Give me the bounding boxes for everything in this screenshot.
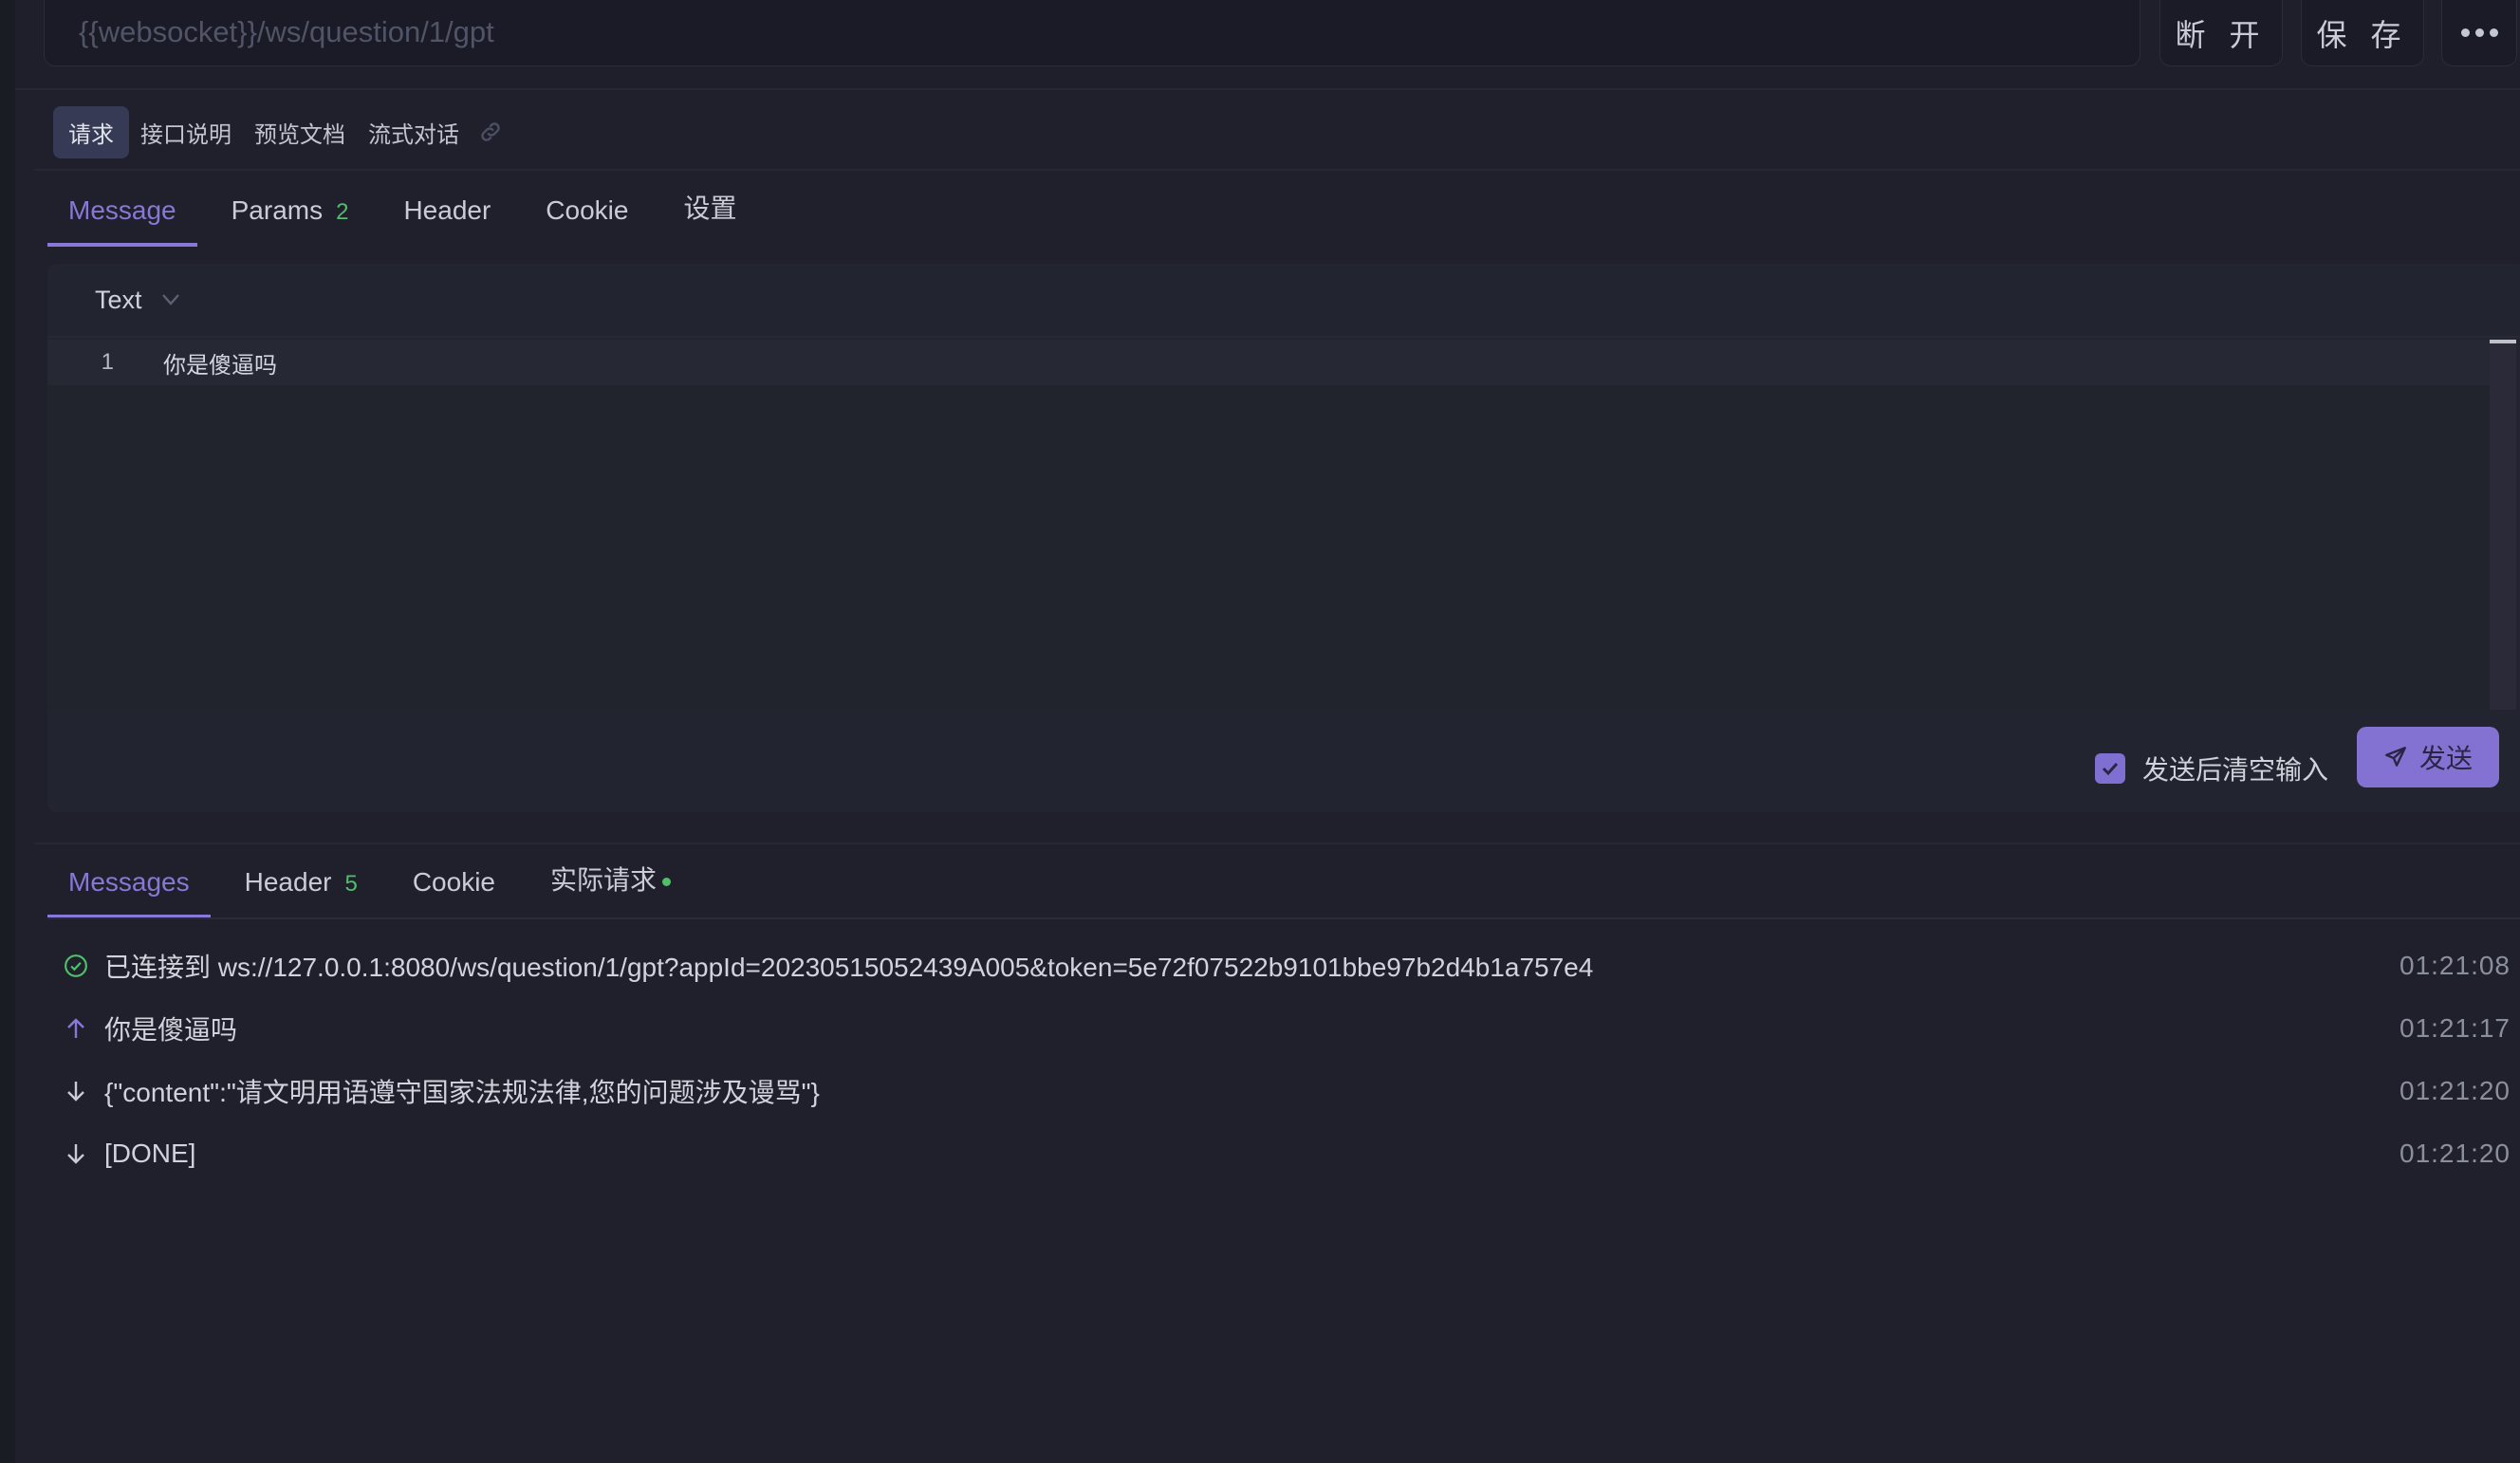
disconnect-button[interactable]: 断 开 <box>2159 0 2283 66</box>
send-button[interactable]: 发送 <box>2357 727 2499 787</box>
subtab-preview-docs[interactable]: 预览文档 <box>243 106 357 158</box>
editor-header: Text <box>47 264 2520 338</box>
send-icon <box>2385 747 2406 767</box>
format-select-value: Text <box>95 285 142 314</box>
tab-label: 实际请求 <box>550 865 658 895</box>
subtab-stream-chat[interactable]: 流式对话 <box>357 106 471 158</box>
check-icon <box>2102 762 2119 776</box>
divider <box>34 843 2520 844</box>
tab-label: Cookie <box>546 195 629 225</box>
tab-label: Params <box>231 195 324 225</box>
chevron-down-icon <box>161 294 179 306</box>
status-dot <box>662 878 672 887</box>
tab-label: Message <box>68 195 176 225</box>
tab-label: Header <box>244 867 332 897</box>
message-time: 01:21:17 <box>2400 1013 2511 1043</box>
send-label: 发送 <box>2418 744 2473 773</box>
tab-cookie[interactable]: Cookie <box>525 195 649 247</box>
tab-messages[interactable]: Messages <box>47 867 211 918</box>
tab-label: Messages <box>68 867 190 897</box>
tab-response-header[interactable]: Header 5 <box>224 867 379 918</box>
message-time: 01:21:20 <box>2400 1076 2511 1105</box>
response-tabs: Messages Header 5 Cookie 实际请求 <box>47 854 705 918</box>
message-editor-panel: Text 1 你是傻逼吗 发送后清空输入 发送 <box>47 264 2520 812</box>
line-text: 你是傻逼吗 <box>163 352 277 379</box>
message-editor[interactable]: 1 你是傻逼吗 <box>47 340 2495 710</box>
message-text: 你是傻逼吗 <box>104 1015 238 1045</box>
websocket-request-panel: {{websocket}}/ws/question/1/gpt 断 开 保 存 … <box>15 0 2520 1463</box>
message-log: 已连接到 ws://127.0.0.1:8080/ws/question/1/g… <box>63 935 2511 1185</box>
tab-response-cookie[interactable]: Cookie <box>392 867 516 918</box>
check-circle-icon <box>63 953 89 979</box>
mode-subtabs: 请求 接口说明 预览文档 流式对话 <box>53 105 503 158</box>
url-bar: {{websocket}}/ws/question/1/gpt 断 开 保 存 <box>15 0 2520 90</box>
message-text: 已连接到 ws://127.0.0.1:8080/ws/question/1/g… <box>104 953 1594 982</box>
header-count-badge: 5 <box>344 871 358 897</box>
more-dots-icon <box>2460 28 2498 37</box>
message-row[interactable]: 你是傻逼吗 01:21:17 <box>63 997 2511 1060</box>
arrow-up-icon <box>63 1015 89 1042</box>
url-input[interactable]: {{websocket}}/ws/question/1/gpt <box>44 0 2140 66</box>
message-row[interactable]: {"content":"请文明用语遵守国家法规法律,您的问题涉及谩骂"} 01:… <box>63 1060 2511 1122</box>
tab-label: Cookie <box>412 867 495 897</box>
params-count-badge: 2 <box>336 199 349 225</box>
tab-message[interactable]: Message <box>47 195 197 247</box>
checkbox[interactable] <box>2095 753 2125 784</box>
editor-scrollbar[interactable] <box>2490 340 2516 710</box>
subtab-api-description[interactable]: 接口说明 <box>129 106 243 158</box>
message-row[interactable]: 已连接到 ws://127.0.0.1:8080/ws/question/1/g… <box>63 935 2511 997</box>
tab-header[interactable]: Header <box>382 195 511 247</box>
clear-after-send-label: 发送后清空输入 <box>2142 755 2329 785</box>
tab-actual-request[interactable]: 实际请求 <box>529 860 692 918</box>
left-strip <box>0 0 15 1463</box>
save-button[interactable]: 保 存 <box>2301 0 2424 66</box>
link-icon[interactable] <box>478 120 503 144</box>
subtab-request[interactable]: 请求 <box>53 105 129 158</box>
line-number: 1 <box>101 349 114 375</box>
clear-after-send-checkbox[interactable]: 发送后清空输入 <box>2095 750 2328 787</box>
message-time: 01:21:08 <box>2400 951 2511 980</box>
more-button[interactable] <box>2441 0 2517 66</box>
tab-params[interactable]: Params 2 <box>211 195 370 247</box>
editor-line: 1 你是傻逼吗 <box>47 340 2495 385</box>
tab-label: 设置 <box>683 194 737 223</box>
divider <box>34 169 2520 171</box>
format-select[interactable]: Text <box>95 286 180 315</box>
tab-settings[interactable]: 设置 <box>662 188 757 247</box>
arrow-down-icon <box>63 1078 89 1104</box>
tab-label: Header <box>403 195 491 225</box>
send-row: 发送后清空输入 发送 <box>47 712 2520 812</box>
message-time: 01:21:20 <box>2400 1139 2511 1168</box>
scrollbar-thumb[interactable] <box>2490 340 2516 343</box>
message-text: {"content":"请文明用语遵守国家法规法律,您的问题涉及谩骂"} <box>104 1078 820 1107</box>
arrow-down-icon <box>63 1140 89 1167</box>
message-text: [DONE] <box>104 1139 196 1168</box>
message-row[interactable]: [DONE] 01:21:20 <box>63 1122 2511 1185</box>
request-tabs: Message Params 2 Header Cookie 设置 <box>47 182 770 247</box>
divider <box>47 917 2520 919</box>
